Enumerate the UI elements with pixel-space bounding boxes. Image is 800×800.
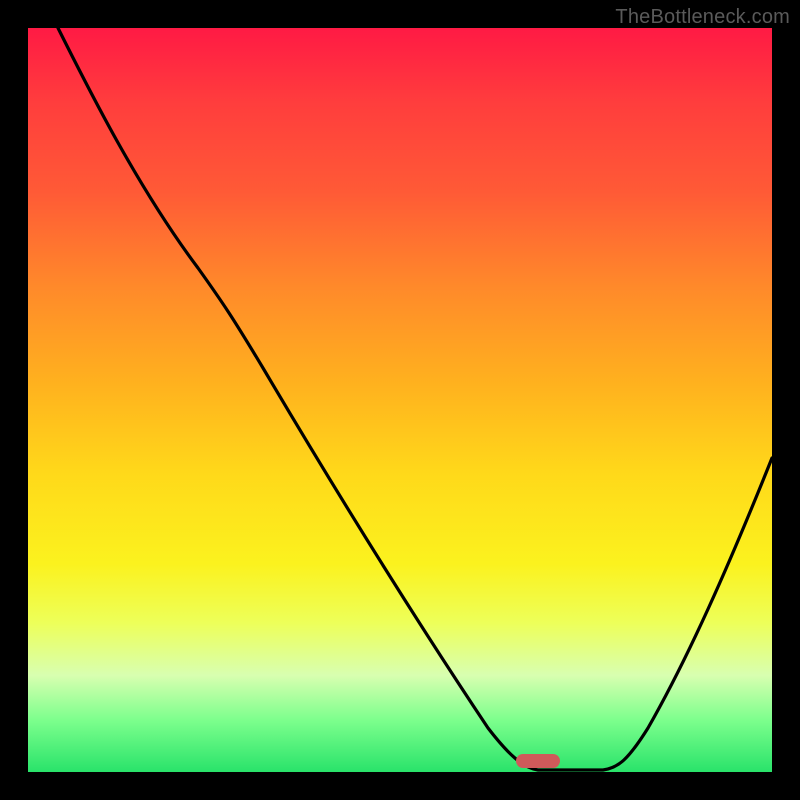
watermark-text: TheBottleneck.com <box>615 6 790 29</box>
chart-frame: TheBottleneck.com <box>0 0 800 800</box>
curve-svg <box>28 28 772 772</box>
marker-pill <box>516 754 560 768</box>
bottleneck-curve <box>58 28 772 770</box>
plot-area <box>28 28 772 772</box>
